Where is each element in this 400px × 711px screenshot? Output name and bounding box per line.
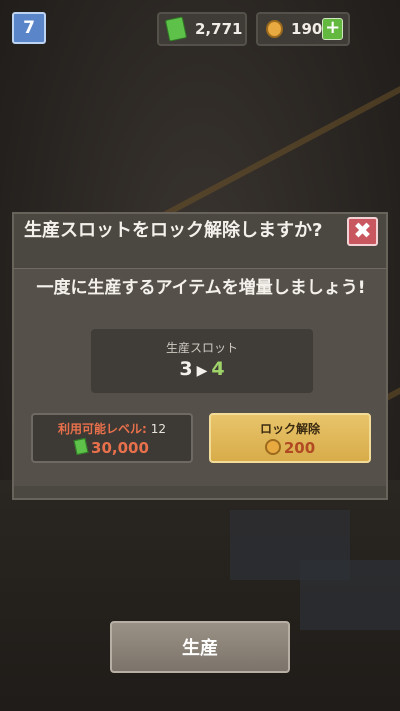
cash-price: 30,000	[33, 437, 191, 457]
coin-icon	[266, 20, 284, 38]
dialog-footer	[12, 486, 388, 500]
buy-with-cash-button[interactable]: 利用可能レベル: 12 30,000	[31, 413, 193, 463]
requirement-level: 12	[150, 422, 167, 436]
unlock-label: ロック解除	[259, 422, 320, 436]
slot-label: 生産スロット	[165, 341, 238, 355]
cash-icon	[73, 437, 89, 456]
slot-count-change: 3 ▶ 4	[91, 358, 313, 380]
coin-price: 200	[211, 439, 369, 457]
coin-price-value: 200	[283, 439, 316, 457]
player-level-badge[interactable]: 7	[12, 12, 46, 44]
cash-price-value: 30,000	[91, 439, 149, 457]
coin-icon	[264, 439, 281, 455]
dialog-message: 一度に生産するアイテムを増量しましょう!	[36, 278, 366, 298]
cash-icon	[164, 16, 188, 42]
coin-counter[interactable]: 190 +	[256, 12, 350, 46]
floor-tile	[300, 560, 400, 630]
slot-current: 3	[179, 358, 193, 380]
requirement-label: 利用可能レベル:	[57, 422, 147, 436]
production-slot-panel: 生産スロット 3 ▶ 4	[91, 329, 313, 393]
unlock-with-coins-button[interactable]: ロック解除 200	[209, 413, 371, 463]
dialog-title: 生産スロットをロック解除しますか?	[24, 220, 323, 241]
cash-amount: 2,771	[195, 20, 243, 38]
arrow-right-icon: ▶	[196, 363, 208, 379]
unlock-slot-dialog: 生産スロットをロック解除しますか? ✖ 一度に生産するアイテムを増量しましょう!…	[12, 212, 388, 500]
close-button[interactable]: ✖	[347, 217, 378, 246]
cash-counter[interactable]: 2,771	[157, 12, 247, 46]
slot-next: 4	[211, 358, 225, 380]
produce-button[interactable]: 生産	[110, 621, 290, 673]
dialog-header: 生産スロットをロック解除しますか? ✖	[12, 212, 388, 270]
add-coins-button[interactable]: +	[322, 18, 343, 40]
level-requirement: 利用可能レベル: 12	[33, 420, 191, 437]
dialog-body: 一度に生産するアイテムを増量しましょう! 生産スロット 3 ▶ 4 利用可能レベル:…	[12, 268, 388, 488]
coin-amount: 190	[291, 20, 323, 38]
